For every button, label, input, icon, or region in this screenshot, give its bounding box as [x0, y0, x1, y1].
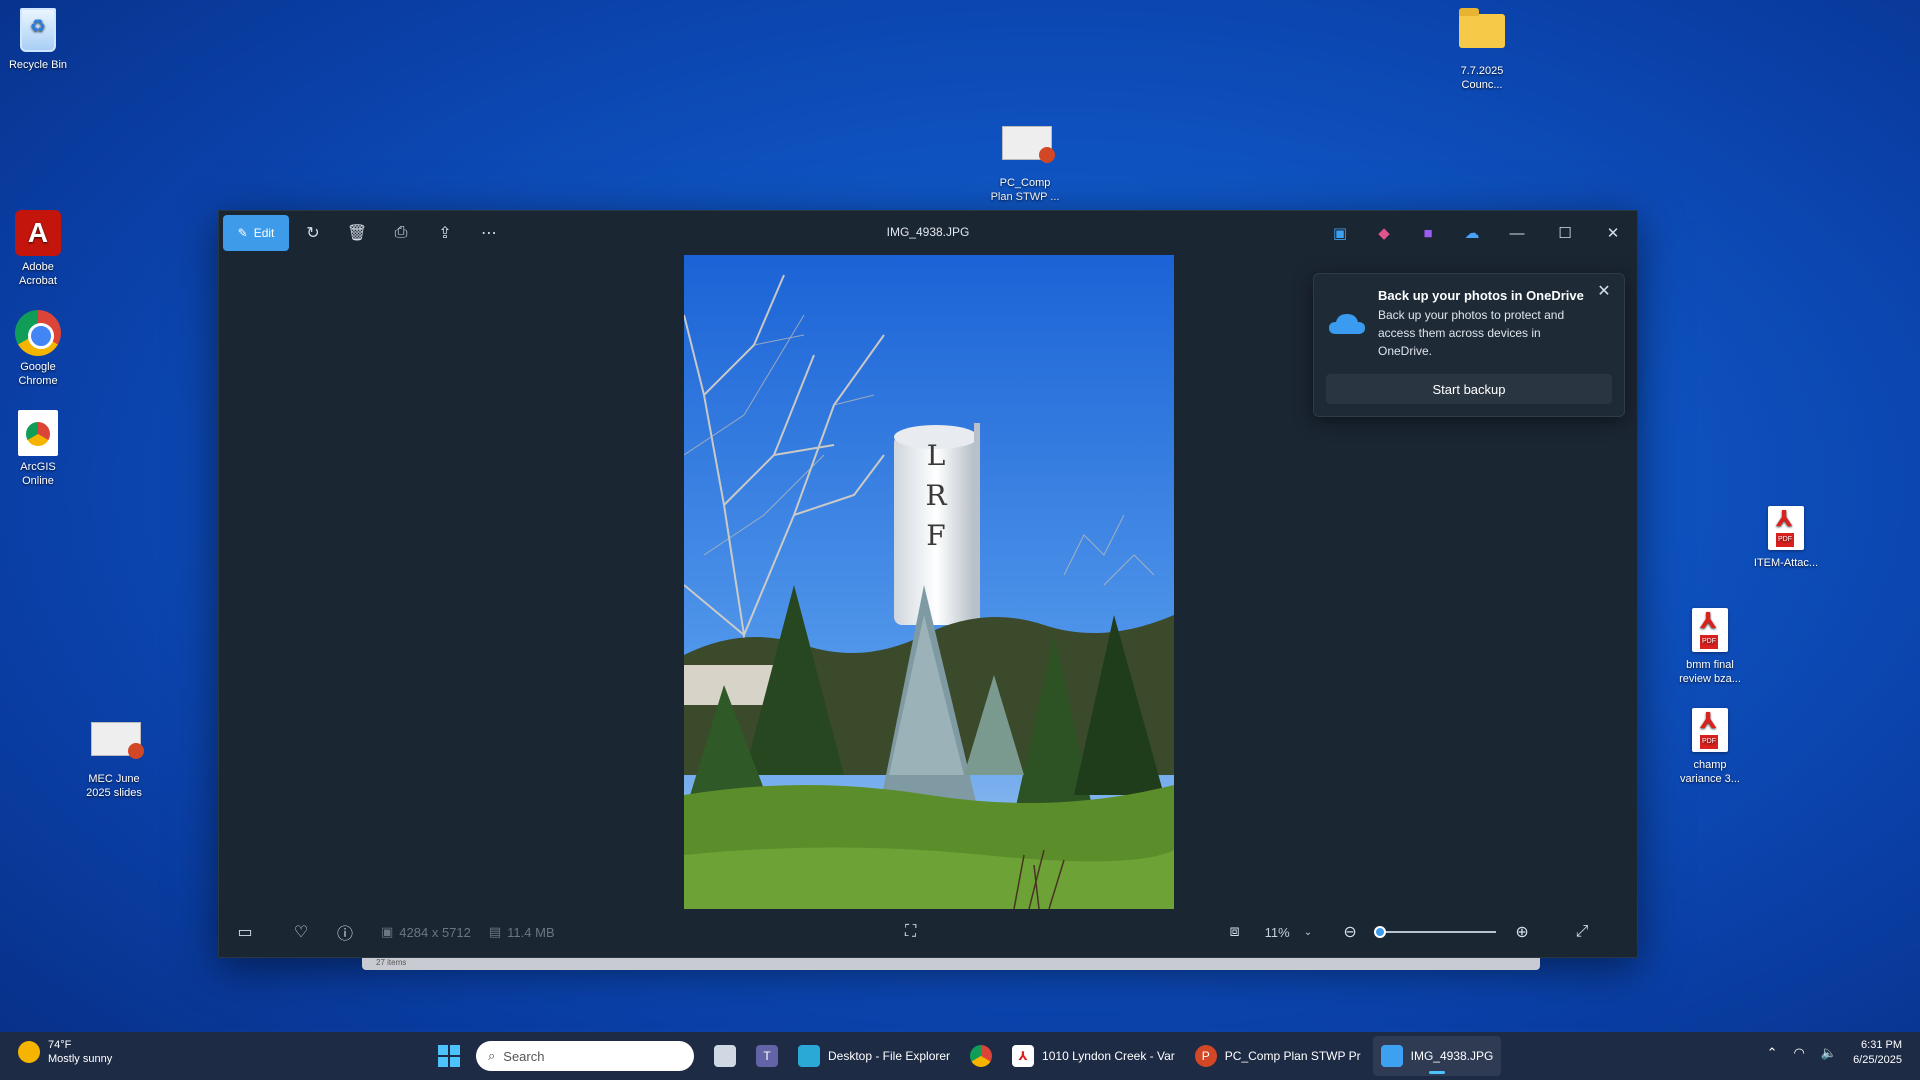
volume-icon[interactable]: 🔈 [1821, 1045, 1837, 1061]
desktop-icon-recycle-bin[interactable]: Recycle Bin [0, 8, 83, 72]
share-button[interactable]: ⇪ [425, 216, 465, 250]
pdf-file-icon: ⅄ PDF [1763, 506, 1809, 552]
photos-bottom-bar: ▭ ♡ ⓘ ▣ 4284 x 5712 ▤ 11.4 MB ⛶ ⧈ 11% ⌄ … [219, 907, 1637, 957]
acrobat-icon: ⅄ [1012, 1045, 1035, 1067]
file-size-icon: ▤ [488, 924, 502, 939]
folder-icon [1459, 8, 1505, 60]
edit-button[interactable]: ✎ Edit [223, 215, 289, 251]
teams-icon: T [756, 1045, 778, 1067]
desktop-icon-item-attachment[interactable]: ⅄ PDF ITEM-Attac... [1741, 506, 1831, 570]
zoom-in-icon[interactable]: ⊕ [1504, 917, 1540, 947]
zoom-slider-track [1376, 931, 1497, 933]
desktop-icon-adobe-acrobat[interactable]: A Adobe Acrobat [0, 210, 83, 288]
actual-size-icon[interactable]: ⧈ [1217, 917, 1253, 947]
maximize-icon[interactable]: ☐ [1541, 211, 1589, 255]
printer-icon: ⎙ [394, 224, 408, 241]
desktop-icon-arcgis-online[interactable]: ArcGIS Online [0, 410, 83, 488]
taskbar-file-explorer[interactable]: Desktop - File Explorer [790, 1036, 958, 1076]
taskbar-search-box[interactable]: ⌕ Search [476, 1041, 694, 1071]
desktop-icon-council-folder[interactable]: 7.7.2025 Counc... [1437, 8, 1527, 92]
toast-body: Back up your photos to protect and acces… [1378, 308, 1565, 358]
clock[interactable]: 6:31 PM 6/25/2025 [1853, 1038, 1902, 1068]
desktop-icon-pc-comp-plan[interactable]: PC_Comp Plan STWP ... [980, 120, 1070, 204]
chevron-down-icon: ⌄ [1303, 926, 1313, 938]
rotate-button[interactable]: ↻ [293, 216, 333, 250]
fullscreen-icon[interactable]: ⤢ [1564, 917, 1600, 947]
taskbar-photos[interactable]: IMG_4938.JPG [1372, 1036, 1502, 1076]
chrome-icon [15, 310, 61, 356]
minimize-icon[interactable]: — [1493, 211, 1541, 255]
taskbar-powerpoint[interactable]: P PC_Comp Plan STWP Pr [1187, 1036, 1369, 1076]
fit-to-window-icon[interactable]: ⛶ [893, 917, 929, 947]
chrome-icon [970, 1045, 993, 1067]
toast-title: Back up your photos in OneDrive [1378, 288, 1584, 303]
search-icon: ⌕ [488, 1048, 496, 1063]
trash-icon: 🗑 [346, 225, 368, 242]
clipchamp-icon[interactable]: ■ [1413, 221, 1443, 245]
taskbar-apps: T Desktop - File Explorer ⅄ 1010 Lyndon … [706, 1032, 1502, 1080]
file-explorer-icon [798, 1045, 820, 1067]
recycle-bin-icon [15, 8, 61, 54]
weather-widget[interactable]: 74°F Mostly sunny [18, 1038, 112, 1066]
system-tray: ⌃ ◠ 🔈 6:31 PM 6/25/2025 [1767, 1038, 1902, 1068]
info-icon[interactable]: ⓘ [327, 917, 363, 947]
acrobat-icon: A [15, 210, 61, 256]
taskbar-teams[interactable]: T [748, 1036, 786, 1076]
desktop-icon-champ-variance[interactable]: ⅄ PDF champ variance 3... [1665, 708, 1755, 786]
share-icon: ⇪ [438, 225, 452, 242]
close-icon[interactable]: ✕ [1589, 211, 1637, 255]
task-view-icon [714, 1045, 736, 1067]
taskbar-acrobat[interactable]: ⅄ 1010 Lyndon Creek - Var [1004, 1036, 1183, 1076]
pdf-file-icon: ⅄ PDF [1687, 708, 1733, 754]
image-file-size: ▤ 11.4 MB [488, 924, 555, 940]
start-button[interactable] [438, 1045, 460, 1067]
taskbar-task-view[interactable] [706, 1036, 744, 1076]
start-backup-button[interactable]: Start backup [1326, 374, 1612, 404]
onedrive-backup-toast: Back up your photos in OneDrive Back up … [1313, 273, 1625, 417]
dimensions-icon: ▣ [381, 924, 394, 939]
photos-titlebar: ✎ Edit ↻ 🗑 ⎙ ⇪ ⋯ IMG_4938.JPG ▣ ◆ ■ ☁ — … [219, 211, 1637, 255]
onedrive-cloud-icon [1329, 314, 1365, 334]
zoom-slider[interactable] [1373, 922, 1497, 942]
toast-close-icon[interactable]: ✕ [1594, 282, 1614, 302]
chevron-up-icon[interactable]: ⌃ [1767, 1045, 1778, 1061]
pdf-file-icon: ⅄ PDF [1687, 608, 1733, 654]
file-explorer-window-edge[interactable]: 27 items [362, 958, 1540, 970]
delete-button[interactable]: 🗑 [337, 216, 377, 250]
taskbar-chrome[interactable] [962, 1036, 1000, 1076]
desktop-icon-bmm-review[interactable]: ⅄ PDF bmm final review bza... [1665, 608, 1755, 686]
powerpoint-file-icon [91, 722, 144, 768]
image-dimensions: ▣ 4284 x 5712 [381, 924, 471, 940]
zoom-slider-thumb[interactable] [1373, 926, 1386, 938]
filmstrip-icon[interactable]: ▭ [227, 917, 263, 947]
window-controls: — ☐ ✕ [1493, 211, 1637, 255]
photo-water-tower: L R F [684, 255, 1174, 909]
copilot-icon[interactable]: ◆ [1369, 221, 1399, 245]
zoom-out-icon[interactable]: ⊖ [1332, 917, 1368, 947]
photo-image[interactable]: L R F [684, 255, 1174, 909]
zoom-level-dropdown[interactable]: 11% ⌄ [1265, 925, 1312, 940]
photos-app-icon [1380, 1045, 1403, 1067]
app-shortcuts: ▣ ◆ ■ ☁ [1325, 221, 1487, 245]
tower-letter-2: R [925, 479, 947, 512]
powerpoint-file-icon [1002, 126, 1055, 172]
taskbar: 74°F Mostly sunny ⌕ Search T Desktop - F… [0, 1032, 1920, 1080]
tower-letter-1: L [927, 439, 946, 472]
desktop-icon-mec-slides[interactable]: MEC June 2025 slides [69, 716, 159, 800]
print-button[interactable]: ⎙ [381, 216, 421, 250]
favorite-heart-icon[interactable]: ♡ [283, 917, 319, 947]
more-button[interactable]: ⋯ [469, 216, 509, 250]
photos-window: ✎ Edit ↻ 🗑 ⎙ ⇪ ⋯ IMG_4938.JPG ▣ ◆ ■ ☁ — … [218, 210, 1638, 958]
tower-letter-3: F [926, 519, 945, 552]
more-icon: ⋯ [481, 225, 497, 242]
desktop-icon-google-chrome[interactable]: Google Chrome [0, 310, 83, 388]
wifi-icon[interactable]: ◠ [1794, 1045, 1805, 1061]
sun-icon [18, 1041, 40, 1063]
rotate-icon: ↻ [306, 225, 320, 242]
powerpoint-icon: P [1194, 1045, 1217, 1067]
edit-icon: ✎ [237, 226, 248, 240]
arcgis-icon [15, 410, 61, 456]
photos-app-icon[interactable]: ▣ [1325, 221, 1355, 245]
onedrive-icon[interactable]: ☁ [1457, 221, 1487, 245]
